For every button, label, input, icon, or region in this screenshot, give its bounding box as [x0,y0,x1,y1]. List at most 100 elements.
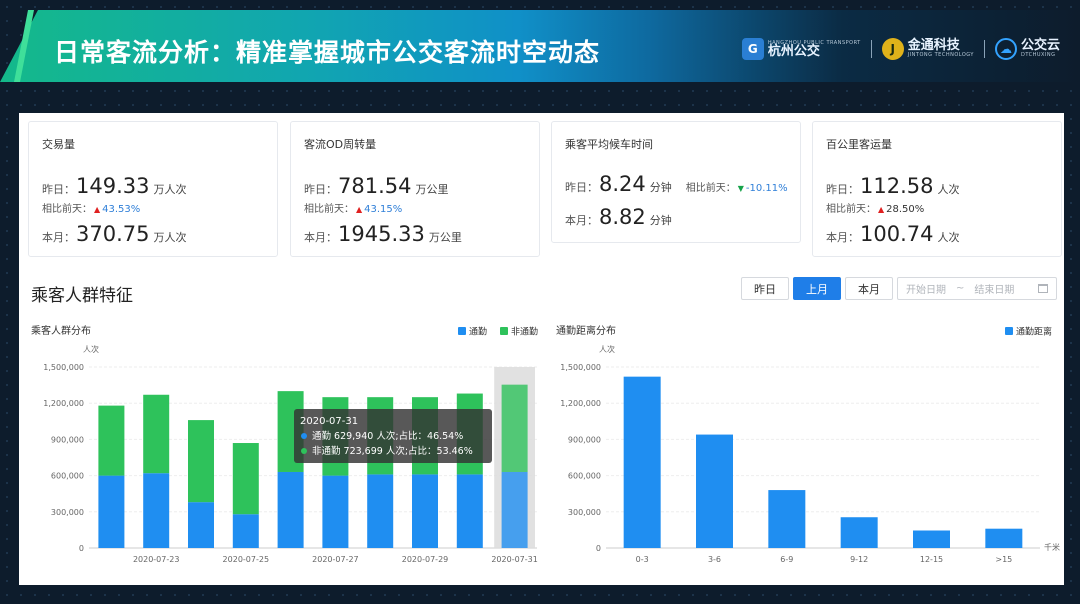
compare-value: -10.11% [745,183,788,194]
hangzhou-bus-logo-icon: G [741,38,764,60]
bar-通勤距离 [913,530,950,548]
bar-通勤 [143,473,170,548]
y-tick-label: 1,500,000 [43,363,84,372]
jintong-logo-icon: J [881,38,904,60]
legend-swatch [1005,327,1013,335]
x-tick-label: 2020-07-31 [491,555,538,564]
date-range-picker[interactable]: 开始日期 ~ 结束日期 [897,277,1057,300]
title-banner: 日常客流分析：精准掌握城市公交客流时空动态 G HANGZHOU PUBLIC … [0,10,1080,82]
calendar-icon[interactable] [1038,284,1048,293]
bar-通勤 [367,474,394,548]
tooltip-series-dot [301,448,307,454]
passenger-distribution-chart: 乘客人群分布人次 0 300,000 600,000 900,000 1,200,000 1… [31,324,538,564]
start-date-input[interactable]: 开始日期 [906,281,946,296]
tooltip-series-dot [301,433,307,439]
legend-swatch [458,327,466,335]
stat-month: 本月： 370.75 万人次 [42,222,186,246]
stat-yesterday: 昨日： 112.58 人次 [826,174,959,198]
chart-tooltip: 2020-07-31 通勤 629,940 人次;占比：46.54% 非通勤 723… [294,409,492,463]
logo-divider [870,40,872,58]
logo-sub: JINTONG TECHNOLOGY [907,52,974,58]
legend-label: 通勤距离 [1016,326,1052,338]
filter-this-month-button[interactable]: 本月 [845,277,893,300]
logo-dtchuxing: ☁ 公交云 DTCHUXING [994,38,1060,60]
bar-通勤 [277,471,304,548]
stat-value: 100.74 [860,222,934,246]
stat-unit: 人次 [937,231,960,244]
x-tick-label: 12-15 [920,555,943,564]
y-tick-label: 900,000 [568,435,601,444]
trend-up-icon: ▲ [878,205,885,214]
stat-title: 乘客平均候车时间 [565,138,653,151]
stat-value: 1945.33 [338,222,425,246]
stat-unit: 万公里 [415,183,449,196]
y-tick-label: 600,000 [51,472,84,481]
bar-通勤距离 [623,376,661,548]
stat-unit: 分钟 [649,214,672,227]
stat-compare: 相比前天： ▲ 43.53% [42,200,140,215]
filter-yesterday-button[interactable]: 昨日 [741,277,789,300]
y-tick-label: 300,000 [568,508,601,517]
x-tick-label: 2020-07-29 [402,555,449,564]
stat-yesterday: 昨日： 8.24 分钟 相比前天： ▼ -10.11% [565,172,788,196]
compare-label: 相比前天： [685,183,736,194]
stat-card-per-100km: 百公里客运量 昨日： 112.58 人次 相比前天： ▲ 28.50% 本月： … [812,121,1062,257]
logo-text: 公交云 [1020,38,1060,53]
logo-hangzhou-bus: G HANGZHOU PUBLIC TRANSPORT 杭州公交 [741,38,861,60]
stat-label: 本月： [826,231,859,244]
logo-divider [983,40,985,58]
stat-compare: 相比前天： ▲ 28.50% [826,200,924,215]
range-separator: ~ [956,283,965,294]
bar-通勤 [98,475,125,548]
y-tick-label: 0 [596,544,601,553]
section-title: 乘客人群特征 [31,286,133,306]
stat-label: 昨日： [826,183,859,196]
bar-非通勤 [232,443,259,515]
x-tick-label: >15 [995,555,1012,564]
x-tick-label: 0-3 [636,555,649,564]
compare-value: 43.53% [102,204,141,215]
chart-title: 乘客人群分布 [31,324,91,337]
trend-up-icon: ▲ [356,205,363,214]
stat-month: 本月： 1945.33 万公里 [304,222,462,246]
logo-jintong: J 金通科技 JINTONG TECHNOLOGY [881,38,974,60]
stat-month: 本月： 100.74 人次 [826,222,959,246]
stat-unit: 万公里 [428,231,462,244]
stat-value: 149.33 [76,174,150,198]
stat-unit: 人次 [937,183,960,196]
filter-last-month-button[interactable]: 上月 [793,277,841,300]
end-date-input[interactable]: 结束日期 [974,281,1014,296]
compare-label: 相比前天： [42,204,92,215]
x-tick-label: 9-12 [850,555,868,564]
x-tick-label: 3-6 [708,555,721,564]
legend-label: 非通勤 [511,326,538,338]
x-tick-label: 6-9 [780,555,793,564]
y-tick-label: 1,500,000 [560,363,601,372]
compare-value: 28.50% [886,204,925,215]
stat-label: 昨日： [565,181,598,194]
stat-label: 本月： [565,214,598,227]
stat-card-od-turnover: 客流OD周转量 昨日： 781.54 万公里 相比前天： ▲ 43.15% 本月… [290,121,540,257]
stat-value: 112.58 [860,174,934,198]
partner-logos: G HANGZHOU PUBLIC TRANSPORT 杭州公交 J 金通科技 … [741,38,1060,60]
y-axis-unit: 人次 [599,344,615,354]
stat-unit: 万人次 [153,183,187,196]
stat-month: 本月： 8.82 分钟 [565,205,672,229]
y-tick-label: 600,000 [568,472,601,481]
compare-label: 相比前天： [826,204,876,215]
stat-value: 370.75 [76,222,150,246]
y-tick-label: 1,200,000 [43,399,84,408]
bar-非通勤 [501,384,528,472]
stat-title: 客流OD周转量 [304,138,377,151]
bar-通勤 [188,502,214,548]
dashboard-panel: 交易量 昨日： 149.33 万人次 相比前天： ▲ 43.53% 本月： 37… [19,113,1064,585]
stat-label: 本月： [42,231,75,244]
commute-distance-chart: 通勤距离分布人次 0 300,000 600,000 900,000 1,200,000 1… [556,324,1060,564]
stat-yesterday: 昨日： 781.54 万公里 [304,174,448,198]
stat-unit: 分钟 [649,181,672,194]
logo-sub: DTCHUXING [1020,52,1056,58]
cloud-logo-icon: ☁ [994,38,1017,60]
stat-label: 昨日： [304,183,337,196]
bar-通勤距离 [696,434,733,548]
stat-compare: 相比前天： ▲ 43.15% [304,200,402,215]
